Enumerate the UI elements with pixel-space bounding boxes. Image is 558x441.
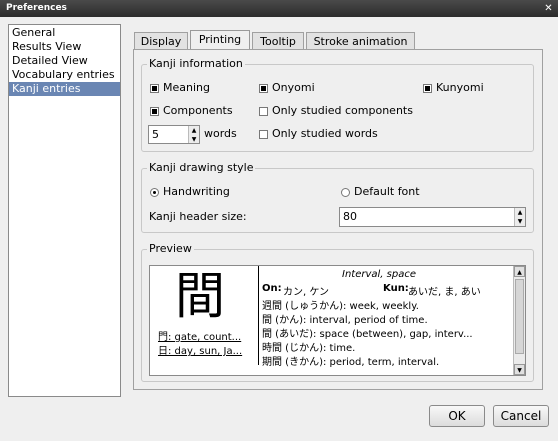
word-line: 間 (かん): interval, period of time. xyxy=(262,315,428,326)
header-size-label: Kanji header size: xyxy=(149,210,247,223)
category-detailed-view[interactable]: Detailed View xyxy=(9,54,120,68)
word-line: 時間 (じかん): time. xyxy=(262,343,356,354)
onyomi-label: Onyomi xyxy=(272,81,315,94)
word-line: 間 (あいだ): space (between), gap, interv... xyxy=(262,329,473,340)
only-studied-words-checkbox[interactable] xyxy=(259,130,268,139)
words-count-value: 5 xyxy=(152,128,159,141)
word-line: 週間 (しゅうかん): week, weekly. xyxy=(262,301,419,312)
window-title: Preferences xyxy=(6,3,67,13)
spin-up-icon[interactable]: ▲ xyxy=(189,126,199,135)
words-label: words xyxy=(204,127,237,140)
kun-value: あいだ, ま, あい xyxy=(408,287,481,298)
preview-area[interactable]: 間 門: gate, count... 日: day, sun, Ja... I… xyxy=(149,265,526,376)
components-label: Components xyxy=(163,104,233,117)
kun-label: Kun: xyxy=(383,283,409,294)
scroll-thumb[interactable] xyxy=(515,279,524,354)
tab-tooltip[interactable]: Tooltip xyxy=(252,32,304,49)
header-size-spinbox[interactable]: 80 ▲ ▼ xyxy=(339,207,526,227)
category-kanji-entries[interactable]: Kanji entries xyxy=(9,82,120,96)
spin-down-icon[interactable]: ▼ xyxy=(515,217,525,226)
words-count-spinbox[interactable]: 5 ▲ ▼ xyxy=(148,125,200,144)
category-list[interactable]: General Results View Detailed View Vocab… xyxy=(8,24,121,397)
category-results-view[interactable]: Results View xyxy=(9,40,120,54)
only-studied-components-checkbox[interactable] xyxy=(259,107,268,116)
on-value: カン, ケン xyxy=(283,287,330,298)
handwriting-label: Handwriting xyxy=(163,185,230,198)
component-line: 日: day, sun, Ja... xyxy=(158,346,243,357)
preview-separator xyxy=(258,266,259,365)
preview-scrollbar[interactable]: ▲ ▼ xyxy=(513,266,525,375)
meaning-checkbox[interactable] xyxy=(150,84,159,93)
header-size-value: 80 xyxy=(343,210,357,223)
component-line: 門: gate, count... xyxy=(158,332,242,343)
tab-printing[interactable]: Printing xyxy=(190,30,250,50)
window-titlebar: Preferences ✕ xyxy=(0,0,558,17)
category-vocabulary-entries[interactable]: Vocabulary entries xyxy=(9,68,120,82)
onyomi-checkbox[interactable] xyxy=(259,84,268,93)
scroll-down-icon[interactable]: ▼ xyxy=(514,364,525,375)
kunyomi-checkbox[interactable] xyxy=(423,84,432,93)
drawing-style-title: Kanji drawing style xyxy=(147,161,256,174)
default-font-label: Default font xyxy=(354,185,420,198)
handwriting-radio[interactable] xyxy=(150,188,159,197)
word-line: 期間 (きかん): period, term, interval. xyxy=(262,357,440,368)
preview-title: Preview xyxy=(147,242,194,255)
components-checkbox[interactable] xyxy=(150,107,159,116)
preview-kanji: 間 xyxy=(175,267,225,325)
on-label: On: xyxy=(262,283,282,294)
kunyomi-label: Kunyomi xyxy=(436,81,484,94)
default-font-radio[interactable] xyxy=(341,188,350,197)
category-general[interactable]: General xyxy=(9,26,120,40)
kanji-information-title: Kanji information xyxy=(147,57,245,70)
preview-group: Preview 間 門: gate, count... 日: day, sun,… xyxy=(141,242,534,382)
cancel-button[interactable]: Cancel xyxy=(493,405,549,427)
tab-stroke-animation[interactable]: Stroke animation xyxy=(306,32,415,49)
only-studied-words-label: Only studied words xyxy=(272,127,378,140)
ok-button[interactable]: OK xyxy=(429,405,485,427)
close-icon[interactable]: ✕ xyxy=(542,2,555,15)
scroll-up-icon[interactable]: ▲ xyxy=(514,266,525,277)
meaning-label: Meaning xyxy=(163,81,210,94)
preview-meaning: Interval, space xyxy=(342,269,416,280)
tab-display[interactable]: Display xyxy=(134,32,188,49)
only-studied-components-label: Only studied components xyxy=(272,104,413,117)
spin-down-icon[interactable]: ▼ xyxy=(189,135,199,144)
spin-up-icon[interactable]: ▲ xyxy=(515,208,525,217)
